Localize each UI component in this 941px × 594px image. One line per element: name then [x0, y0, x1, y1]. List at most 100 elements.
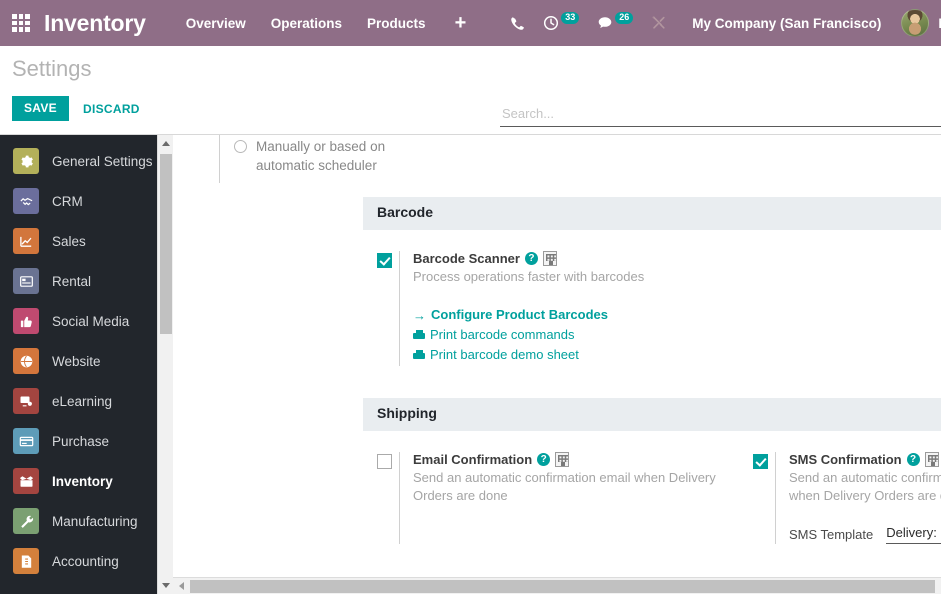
- link-configure-product-barcodes[interactable]: → Configure Product Barcodes: [413, 306, 765, 324]
- sidebar-item-label: Social Media: [52, 313, 130, 329]
- scroll-down-arrow[interactable]: [158, 577, 173, 594]
- setting-row-shipping: Email Confirmation ? Send an automatic c…: [363, 431, 941, 544]
- sidebar-item-crm[interactable]: CRM: [0, 181, 173, 221]
- section-title: Shipping: [377, 405, 437, 421]
- sms-template-value: Delivery: Send by SMS T: [886, 525, 941, 540]
- handshake-icon: [13, 188, 39, 214]
- help-icon[interactable]: ?: [524, 252, 538, 265]
- setting-title: Email Confirmation: [413, 452, 533, 467]
- company-icon[interactable]: [555, 452, 570, 467]
- setting-barcode-scanner: Barcode Scanner ? Process operations fas…: [363, 251, 765, 366]
- section-header-shipping: Shipping: [363, 398, 941, 431]
- barcode-scanner-checkbox[interactable]: [377, 253, 392, 268]
- phone-icon[interactable]: [501, 16, 534, 31]
- link-print-barcode-commands[interactable]: Print barcode commands: [413, 326, 765, 344]
- sidebar-item-label: Purchase: [52, 433, 110, 449]
- presentation-icon: [13, 388, 39, 414]
- printer-icon: [413, 349, 425, 361]
- sidebar-item-accounting[interactable]: Accounting: [0, 541, 173, 581]
- setting-description: Process operations faster with barcodes: [413, 269, 645, 284]
- menu-item-overview[interactable]: Overview: [186, 16, 246, 31]
- discard-button[interactable]: DISCARD: [81, 97, 142, 121]
- menu-item-operations[interactable]: Operations: [271, 16, 342, 31]
- search-container: [500, 104, 941, 127]
- control-panel: Settings SAVE DISCARD: [0, 46, 941, 135]
- sidebar-item-label: Manufacturing: [52, 513, 138, 529]
- credit-card-icon: [13, 428, 39, 454]
- sidebar-item-social-media[interactable]: Social Media: [0, 301, 173, 341]
- link-print-barcode-demo-sheet[interactable]: Print barcode demo sheet: [413, 346, 765, 364]
- sidebar-scrollbar-thumb[interactable]: [160, 154, 172, 334]
- main-menu: Overview Operations Products: [186, 16, 426, 31]
- radio-label: Manually or based on automatic scheduler: [256, 139, 386, 173]
- radio-option-manual-scheduler[interactable]: Manually or based on automatic scheduler: [219, 135, 941, 175]
- setting-body: SMS Confirmation ? Send an automatic con…: [774, 452, 941, 544]
- company-icon[interactable]: [924, 452, 939, 467]
- menu-item-products[interactable]: Products: [367, 16, 426, 31]
- sidebar-item-inventory[interactable]: Inventory: [0, 461, 173, 501]
- setting-description: Send an automatic confirmation email whe…: [413, 470, 716, 503]
- gear-icon: [13, 148, 39, 174]
- sidebar-item-label: CRM: [52, 193, 83, 209]
- email-confirmation-checkbox[interactable]: [377, 454, 392, 469]
- horizontal-scrollbar-track[interactable]: [190, 579, 935, 593]
- app-brand-title[interactable]: Inventory: [44, 10, 146, 37]
- help-icon[interactable]: ?: [537, 453, 551, 466]
- company-icon[interactable]: [542, 251, 557, 266]
- sms-template-select[interactable]: Delivery: Send by SMS T: [886, 525, 941, 544]
- user-menu[interactable]: Mitche: [901, 9, 941, 37]
- messages-icon[interactable]: 26: [588, 12, 642, 31]
- invoice-icon: [13, 548, 39, 574]
- sidebar-item-label: Accounting: [52, 553, 119, 569]
- help-icon[interactable]: ?: [906, 453, 920, 466]
- chart-line-icon: [13, 228, 39, 254]
- setting-row-barcode: Barcode Scanner ? Process operations fas…: [363, 230, 941, 366]
- checkbox-cell: [363, 251, 399, 366]
- apps-grid-icon[interactable]: [12, 14, 30, 32]
- sidebar-item-rental[interactable]: Rental: [0, 261, 173, 301]
- horizontal-scrollbar[interactable]: [173, 577, 941, 594]
- sidebar-item-elearning[interactable]: eLearning: [0, 381, 173, 421]
- activity-count-badge: 33: [561, 12, 580, 24]
- setting-title: SMS Confirmation: [788, 452, 902, 467]
- activity-clock-icon[interactable]: 33: [534, 12, 588, 31]
- sidebar-item-website[interactable]: Website: [0, 341, 173, 381]
- radio-button[interactable]: [234, 140, 247, 153]
- scroll-left-arrow[interactable]: [173, 578, 190, 594]
- barcode-links: → Configure Product Barcodes Print barco…: [413, 306, 765, 364]
- calendar-icon: [13, 268, 39, 294]
- setting-body: Barcode Scanner ? Process operations fas…: [399, 251, 765, 366]
- sms-template-label: SMS Template: [788, 527, 874, 542]
- section-title: Barcode: [377, 204, 434, 220]
- sidebar-item-sales[interactable]: Sales: [0, 221, 173, 261]
- partial-setting-scheduler: Manually or based on automatic scheduler: [173, 135, 941, 197]
- printer-icon: [413, 329, 425, 341]
- sidebar-item-purchase[interactable]: Purchase: [0, 421, 173, 461]
- scroll-up-arrow[interactable]: [158, 135, 173, 152]
- sidebar-item-manufacturing[interactable]: Manufacturing: [0, 501, 173, 541]
- box-icon: [13, 468, 39, 494]
- sidebar-item-general-settings[interactable]: General Settings: [0, 141, 173, 181]
- avatar: [901, 9, 930, 37]
- developer-tools-icon[interactable]: [642, 15, 676, 31]
- setting-description: Send an automatic confirmation SMS Text …: [788, 470, 941, 503]
- active-company-selector[interactable]: My Company (San Francisco): [692, 16, 881, 31]
- sidebar-item-label: Rental: [52, 273, 92, 289]
- arrow-right-icon: →: [413, 307, 426, 323]
- sidebar-scroll-area: General Settings CRM Sales Rental Social…: [0, 135, 173, 581]
- sms-template-field-row: SMS Template Delivery: Send by SMS T: [789, 525, 941, 544]
- globe-icon: [13, 348, 39, 374]
- sidebar-item-label: Website: [52, 353, 101, 369]
- sidebar-item-label: Sales: [52, 233, 86, 249]
- sidebar-scrollbar[interactable]: [157, 135, 173, 594]
- link-label: Print barcode demo sheet: [430, 347, 579, 362]
- sidebar-item-label: eLearning: [52, 393, 113, 409]
- save-button[interactable]: SAVE: [12, 96, 69, 121]
- search-input[interactable]: [500, 104, 941, 127]
- setting-body: Email Confirmation ? Send an automatic c…: [399, 452, 739, 544]
- link-label: Print barcode commands: [430, 327, 575, 342]
- sms-confirmation-checkbox[interactable]: [752, 454, 768, 469]
- new-record-plus-icon[interactable]: +: [455, 13, 467, 33]
- horizontal-scrollbar-thumb[interactable]: [190, 579, 935, 593]
- setting-email-confirmation: Email Confirmation ? Send an automatic c…: [363, 452, 739, 544]
